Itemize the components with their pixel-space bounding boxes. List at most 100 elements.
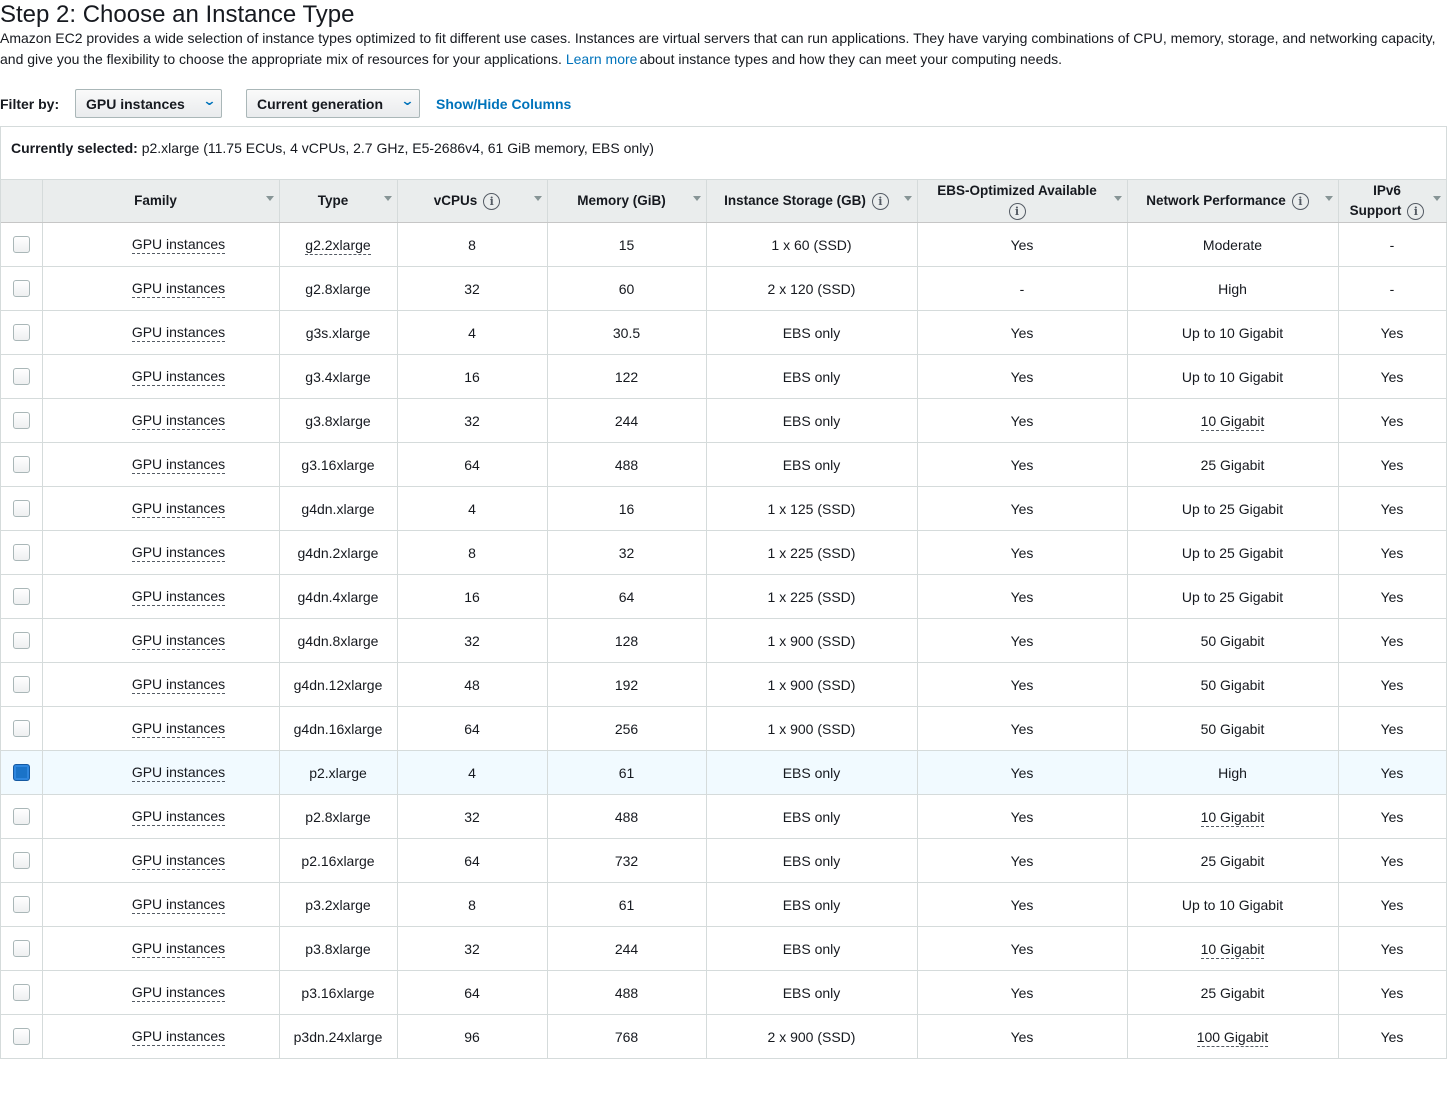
network-value[interactable]: 100 Gigabit (1196, 1028, 1269, 1047)
family-value[interactable]: GPU instances (131, 808, 226, 826)
table-row[interactable]: GPU instances p2.8xlarge 32 488 EBS only Yes 1… (1, 794, 1447, 839)
info-icon[interactable]: i (1291, 192, 1309, 210)
learn-more-link[interactable]: Learn more (566, 51, 638, 67)
row-checkbox-cell[interactable] (1, 486, 43, 531)
network-value[interactable]: 10 Gigabit (1200, 940, 1265, 959)
row-checkbox-cell[interactable] (1, 398, 43, 443)
row-checkbox[interactable] (12, 940, 30, 958)
info-icon[interactable]: i (1008, 202, 1026, 220)
table-row[interactable]: GPU instances g4dn.xlarge 4 16 1 x 125 (SSD)… (1, 486, 1447, 531)
table-row[interactable]: GPU instances g3s.xlarge 4 30.5 EBS only Yes U… (1, 310, 1447, 355)
row-checkbox-cell[interactable] (1, 662, 43, 707)
family-value[interactable]: GPU instances (131, 544, 226, 562)
family-value[interactable]: GPU instances (131, 720, 226, 738)
row-checkbox-cell[interactable] (1, 574, 43, 619)
table-row[interactable]: GPU instances p3.2xlarge 8 61 EBS only Yes Up … (1, 882, 1447, 927)
row-checkbox[interactable] (12, 588, 30, 606)
family-value[interactable]: GPU instances (131, 896, 226, 914)
generation-select[interactable]: Current generation ⌄ (246, 89, 420, 118)
family-value[interactable]: GPU instances (131, 588, 226, 606)
family-value[interactable]: GPU instances (131, 236, 226, 254)
family-value[interactable]: GPU instances (131, 1028, 226, 1046)
row-checkbox[interactable] (12, 632, 30, 650)
row-checkbox-cell[interactable] (1, 266, 43, 311)
column-header-vcpus[interactable]: vCPUs i (397, 180, 548, 223)
sort-caret-icon[interactable] (265, 196, 274, 201)
network-value[interactable]: 10 Gigabit (1200, 808, 1265, 827)
show-hide-columns-link[interactable]: Show/Hide Columns (436, 96, 571, 112)
row-checkbox[interactable] (12, 544, 30, 562)
row-checkbox[interactable] (12, 1028, 30, 1046)
table-row[interactable]: GPU instances g3.16xlarge 64 488 EBS only Yes… (1, 442, 1447, 487)
family-value[interactable]: GPU instances (131, 984, 226, 1002)
sort-caret-icon[interactable] (533, 196, 542, 201)
table-row[interactable]: GPU instances g2.2xlarge 8 15 1 x 60 (SSD) Ye… (1, 222, 1447, 267)
row-checkbox[interactable] (12, 896, 30, 914)
row-checkbox[interactable] (12, 280, 30, 298)
row-checkbox-cell[interactable] (1, 618, 43, 663)
row-checkbox[interactable] (12, 236, 30, 254)
row-checkbox-cell[interactable] (1, 750, 43, 795)
table-row[interactable]: GPU instances g4dn.2xlarge 8 32 1 x 225 (SSD… (1, 530, 1447, 575)
info-icon[interactable]: i (483, 192, 501, 210)
column-header-ipv6[interactable]: IPv6 Support i (1338, 180, 1447, 223)
sort-caret-icon[interactable] (1432, 196, 1441, 201)
sort-caret-icon[interactable] (1324, 196, 1333, 201)
row-checkbox[interactable] (12, 676, 30, 694)
row-checkbox-cell[interactable] (1, 882, 43, 927)
family-value[interactable]: GPU instances (131, 632, 226, 650)
info-icon[interactable]: i (871, 192, 889, 210)
table-row[interactable]: GPU instances g4dn.16xlarge 64 256 1 x 900 (… (1, 706, 1447, 751)
row-checkbox[interactable] (12, 984, 30, 1002)
column-header-memory[interactable]: Memory (GiB) (547, 180, 707, 223)
column-header-type[interactable]: Type (279, 180, 398, 223)
column-header-ebs-optimized[interactable]: EBS-Optimized Available i (917, 180, 1128, 223)
table-row[interactable]: GPU instances g4dn.8xlarge 32 128 1 x 900 (S… (1, 618, 1447, 663)
row-checkbox-cell[interactable] (1, 222, 43, 267)
column-header-storage[interactable]: Instance Storage (GB) i (706, 180, 918, 223)
family-value[interactable]: GPU instances (131, 940, 226, 958)
table-row[interactable]: GPU instances g2.8xlarge 32 60 2 x 120 (SSD)… (1, 266, 1447, 311)
family-value[interactable]: GPU instances (131, 412, 226, 430)
instance-family-select[interactable]: GPU instances ⌄ (75, 89, 222, 118)
family-value[interactable]: GPU instances (131, 676, 226, 694)
table-row[interactable]: GPU instances g3.4xlarge 16 122 EBS only Yes U… (1, 354, 1447, 399)
table-row[interactable]: GPU instances p2.xlarge 4 61 EBS only Yes High… (1, 750, 1447, 795)
row-checkbox-cell[interactable] (1, 442, 43, 487)
table-row[interactable]: GPU instances g4dn.4xlarge 16 64 1 x 225 (SS… (1, 574, 1447, 619)
family-value[interactable]: GPU instances (131, 280, 226, 298)
row-checkbox[interactable] (12, 764, 30, 782)
family-value[interactable]: GPU instances (131, 500, 226, 518)
table-row[interactable]: GPU instances g4dn.12xlarge 48 192 1 x 900 (… (1, 662, 1447, 707)
sort-caret-icon[interactable] (692, 196, 701, 201)
row-checkbox[interactable] (12, 720, 30, 738)
column-header-network[interactable]: Network Performance i (1127, 180, 1339, 223)
network-value[interactable]: 10 Gigabit (1200, 412, 1265, 431)
row-checkbox-cell[interactable] (1, 970, 43, 1015)
row-checkbox-cell[interactable] (1, 926, 43, 971)
family-value[interactable]: GPU instances (131, 368, 226, 386)
family-value[interactable]: GPU instances (131, 324, 226, 342)
table-row[interactable]: GPU instances g3.8xlarge 32 244 EBS only Yes 1… (1, 398, 1447, 443)
row-checkbox[interactable] (12, 368, 30, 386)
row-checkbox[interactable] (12, 412, 30, 430)
table-row[interactable]: GPU instances p3.8xlarge 32 244 EBS only Yes 1… (1, 926, 1447, 971)
sort-caret-icon[interactable] (1113, 196, 1122, 201)
family-value[interactable]: GPU instances (131, 852, 226, 870)
row-checkbox[interactable] (12, 324, 30, 342)
column-header-family[interactable]: Family (42, 180, 280, 223)
row-checkbox-cell[interactable] (1, 530, 43, 575)
table-row[interactable]: GPU instances p3dn.24xlarge 96 768 2 x 900 (… (1, 1014, 1447, 1059)
row-checkbox-cell[interactable] (1, 310, 43, 355)
row-checkbox[interactable] (12, 500, 30, 518)
table-row[interactable]: GPU instances p2.16xlarge 64 732 EBS only Yes… (1, 838, 1447, 883)
row-checkbox-cell[interactable] (1, 706, 43, 751)
row-checkbox[interactable] (12, 852, 30, 870)
row-checkbox[interactable] (12, 808, 30, 826)
row-checkbox-cell[interactable] (1, 838, 43, 883)
row-checkbox-cell[interactable] (1, 1014, 43, 1059)
sort-caret-icon[interactable] (903, 196, 912, 201)
row-checkbox[interactable] (12, 456, 30, 474)
family-value[interactable]: GPU instances (131, 456, 226, 474)
family-value[interactable]: GPU instances (131, 764, 226, 782)
